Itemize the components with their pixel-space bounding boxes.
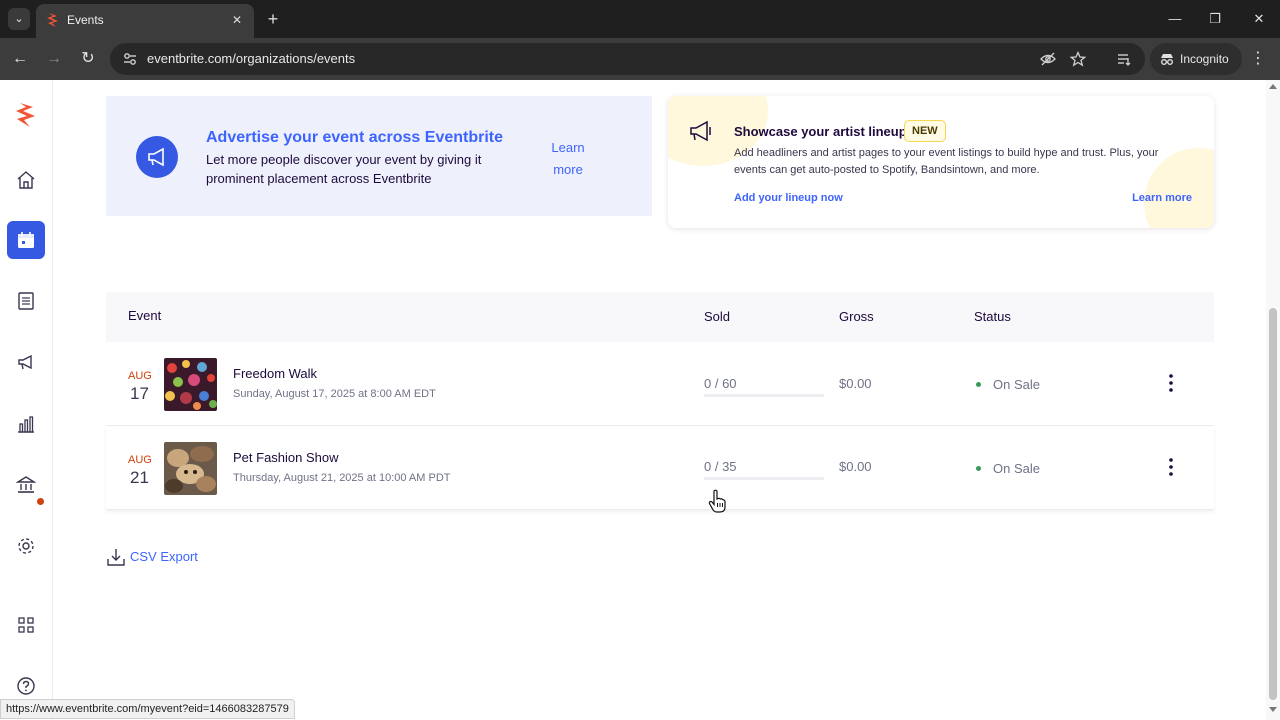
sidebar-item-reporting[interactable] [7, 405, 45, 443]
more-actions-icon[interactable] [1160, 454, 1182, 480]
browser-tab-bar: ⌄ Events ✕ + — ❐ ✕ [0, 0, 1280, 38]
event-day: 17 [130, 384, 149, 403]
url-text: eventbrite.com/organizations/events [147, 51, 356, 66]
scroll-up-arrow-icon[interactable] [1269, 84, 1277, 89]
event-name[interactable]: Freedom Walk [233, 366, 317, 381]
tab-close-icon[interactable]: ✕ [228, 11, 246, 29]
sidebar-item-apps[interactable] [7, 606, 45, 644]
event-status: On Sale [993, 461, 1040, 476]
eventbrite-logo-icon[interactable] [14, 102, 38, 128]
advertise-learn-more-link[interactable]: Learn more [546, 137, 590, 181]
tickets-sold-progress [704, 477, 824, 480]
sidebar-item-events[interactable] [7, 221, 45, 259]
new-tab-button[interactable]: + [262, 8, 284, 30]
column-header-sold: Sold [704, 309, 731, 324]
event-datetime: Sunday, August 17, 2025 at 8:00 AM EDT [233, 388, 436, 400]
page-scrollbar[interactable] [1266, 80, 1280, 720]
event-status: On Sale [993, 377, 1040, 392]
advertise-megaphone-badge [136, 136, 178, 178]
bank-icon [16, 476, 36, 493]
megaphone-icon [18, 354, 32, 370]
close-window-button[interactable]: ✕ [1244, 6, 1274, 32]
incognito-indicator[interactable]: Incognito [1150, 43, 1242, 75]
new-badge: NEW [904, 120, 946, 142]
more-actions-icon[interactable] [1160, 370, 1182, 396]
csv-export-link[interactable]: CSV Export [106, 546, 206, 570]
sidebar-item-orders[interactable] [7, 282, 45, 320]
add-lineup-link[interactable]: Add your lineup now [734, 192, 843, 204]
table-header: Event Sold Gross Status [106, 292, 1214, 342]
eye-off-icon[interactable] [1040, 51, 1056, 67]
back-button[interactable]: ← [8, 47, 32, 71]
column-header-event: Event [128, 308, 162, 323]
browser-toolbar: ← → ↻ eventbrite.com/organizations/event… [0, 38, 1280, 80]
csv-export-label: CSV Export [130, 549, 198, 564]
gross-amount: $0.00 [839, 459, 872, 474]
event-image-pets [164, 442, 217, 495]
gross-amount: $0.00 [839, 376, 872, 391]
advertise-title[interactable]: Advertise your event across Eventbrite [206, 129, 503, 147]
sidebar-item-settings[interactable] [7, 527, 45, 565]
megaphone-icon [148, 147, 164, 167]
column-header-gross: Gross [839, 309, 874, 324]
event-thumbnail[interactable] [164, 442, 217, 495]
home-icon [17, 171, 35, 189]
lineup-description: Add headliners and artist pages to your … [734, 147, 1159, 176]
scrollbar-thumb[interactable] [1269, 308, 1277, 700]
table-row[interactable]: AUG 17 Freedom Walk Sunday, August 17, 2… [106, 342, 1214, 426]
address-bar[interactable]: eventbrite.com/organizations/events [110, 43, 1145, 75]
artist-lineup-promo-card: Showcase your artist lineup NEW Add head… [668, 96, 1214, 228]
incognito-label: Incognito [1180, 52, 1229, 66]
on-sale-status-dot [976, 382, 981, 387]
event-month: AUG [128, 454, 152, 466]
sidebar-item-home[interactable] [7, 161, 45, 199]
sidebar-item-marketing[interactable] [7, 343, 45, 381]
lineup-title: Showcase your artist lineup [734, 124, 907, 139]
link-preview-status-bar: https://www.eventbrite.com/myevent?eid=1… [0, 699, 295, 719]
event-name[interactable]: Pet Fashion Show [233, 450, 339, 465]
finance-notification-dot [37, 498, 44, 505]
help-icon[interactable] [16, 676, 36, 696]
table-row[interactable]: AUG 21 Pet Fashion Show Thursday, August… [106, 426, 1214, 510]
event-datetime: Thursday, August 21, 2025 at 10:00 AM PD… [233, 472, 451, 484]
lineup-learn-more-link[interactable]: Learn more [1132, 192, 1192, 204]
left-sidebar [0, 80, 53, 720]
tab-title: Events [67, 13, 104, 27]
hand-pointer-cursor-icon [708, 489, 726, 513]
order-list-icon [18, 292, 34, 310]
restore-window-button[interactable]: ❐ [1200, 6, 1230, 32]
megaphone-icon [690, 120, 711, 142]
advertise-promo-card: Advertise your event across Eventbrite L… [106, 96, 652, 216]
incognito-icon [1161, 54, 1173, 65]
gear-icon [18, 538, 34, 554]
bar-chart-icon [18, 416, 34, 433]
site-settings-icon[interactable] [122, 51, 138, 67]
browser-menu-icon[interactable]: ⋮ [1248, 47, 1268, 71]
tickets-sold: 0 / 35 [704, 459, 737, 474]
main-content: Advertise your event across Eventbrite L… [54, 80, 1266, 720]
browser-tab-events[interactable]: Events ✕ [36, 4, 254, 38]
tickets-sold: 0 / 60 [704, 376, 737, 391]
event-day: 21 [130, 468, 149, 487]
bookmark-star-icon[interactable] [1070, 51, 1086, 67]
event-month: AUG [128, 370, 152, 382]
scroll-down-arrow-icon[interactable] [1269, 707, 1277, 712]
minimize-window-button[interactable]: — [1160, 6, 1190, 32]
download-icon [107, 549, 125, 566]
event-thumbnail[interactable] [164, 358, 217, 411]
reload-button[interactable]: ↻ [76, 47, 100, 71]
column-header-status: Status [974, 309, 1011, 324]
tab-search-dropdown-icon[interactable]: ⌄ [8, 8, 30, 30]
reading-list-icon[interactable] [1117, 51, 1133, 67]
eventbrite-favicon-icon [47, 13, 58, 27]
apps-grid-icon [18, 617, 34, 633]
on-sale-status-dot [976, 466, 981, 471]
forward-button[interactable]: → [42, 47, 66, 71]
tickets-sold-progress [704, 394, 824, 397]
calendar-icon [18, 232, 34, 248]
advertise-description: Let more people discover your event by g… [206, 152, 482, 186]
event-image-crowd [164, 358, 217, 411]
